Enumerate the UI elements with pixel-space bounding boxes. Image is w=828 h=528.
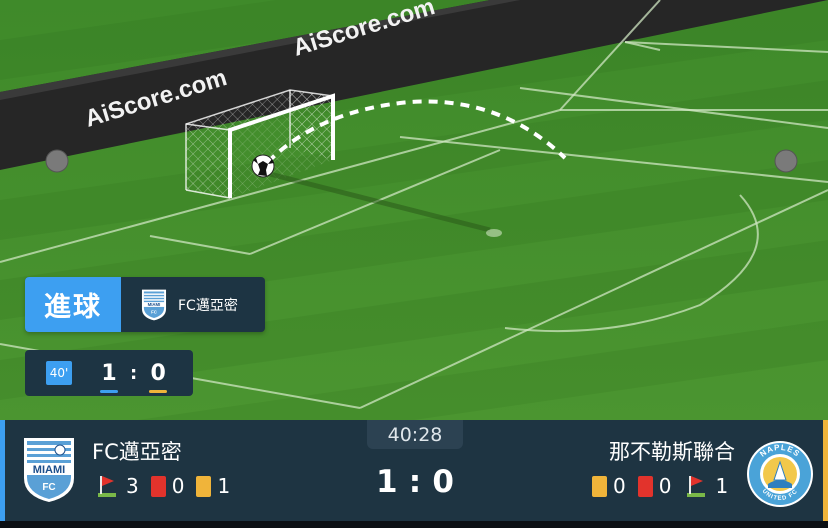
goal-event-label: 進球 bbox=[25, 277, 121, 332]
corner-flag-icon bbox=[687, 476, 706, 497]
away-team-stats: 0 0 1 bbox=[592, 473, 728, 499]
left-marker-icon bbox=[45, 149, 69, 173]
mini-score-panel: 40' 1 : 0 bbox=[25, 350, 193, 396]
home-yellow-cards: 1 bbox=[217, 474, 231, 498]
goal-event-panel: 進球 MIAMI FC FC邁亞密 bbox=[25, 277, 265, 332]
red-card-icon bbox=[637, 475, 653, 497]
goal-event-team-name: FC邁亞密 bbox=[178, 297, 238, 314]
event-minute: 40' bbox=[46, 361, 72, 385]
home-red-cards: 0 bbox=[171, 474, 185, 498]
home-corners: 3 bbox=[126, 474, 139, 498]
away-yellow-cards: 0 bbox=[613, 474, 626, 498]
mini-score-separator: : bbox=[130, 362, 138, 384]
yellow-card-icon bbox=[196, 475, 212, 497]
mini-score-away: 0 bbox=[149, 360, 168, 393]
svg-text:MIAMI: MIAMI bbox=[148, 301, 161, 306]
miami-fc-logo-icon: MIAMI FC bbox=[141, 289, 167, 320]
ball-icon bbox=[251, 154, 275, 178]
main-score: 1 : 0 bbox=[376, 464, 454, 500]
svg-text:FC: FC bbox=[42, 482, 55, 493]
corner-flag-icon bbox=[98, 476, 116, 497]
shot-origin-marker bbox=[486, 229, 502, 237]
home-score: 1 bbox=[376, 464, 398, 500]
home-accent-bar bbox=[0, 420, 5, 521]
match-clock: 40:28 bbox=[367, 420, 463, 449]
mini-score-home: 1 bbox=[100, 360, 118, 393]
right-marker-icon bbox=[774, 149, 798, 173]
away-accent-bar bbox=[823, 420, 828, 521]
score-separator: : bbox=[408, 464, 422, 500]
goal-event-team: MIAMI FC FC邁亞密 bbox=[121, 277, 265, 332]
yellow-card-icon bbox=[592, 475, 607, 497]
away-red-cards: 0 bbox=[658, 474, 672, 498]
scoreboard-bottom-edge bbox=[0, 521, 828, 528]
away-team-logo-icon[interactable]: NAPLES UNITED FC bbox=[746, 440, 814, 508]
away-corners: 1 bbox=[715, 474, 729, 498]
mini-score: 1 : 0 bbox=[100, 360, 168, 393]
svg-text:MIAMI: MIAMI bbox=[33, 464, 65, 476]
match-tracker: AiScore.com AiScore.com 進球 MIAMI FC FC邁亞… bbox=[0, 0, 828, 528]
home-team-name[interactable]: FC邁亞密 bbox=[92, 436, 182, 466]
red-card-icon bbox=[150, 475, 166, 497]
away-score: 0 bbox=[432, 464, 454, 500]
svg-text:FC: FC bbox=[151, 309, 157, 314]
away-team-name[interactable]: 那不勒斯聯合 bbox=[609, 436, 735, 466]
home-team-logo-icon[interactable]: MIAMI FC bbox=[22, 436, 76, 504]
home-team-stats: 3 0 1 bbox=[94, 473, 242, 499]
